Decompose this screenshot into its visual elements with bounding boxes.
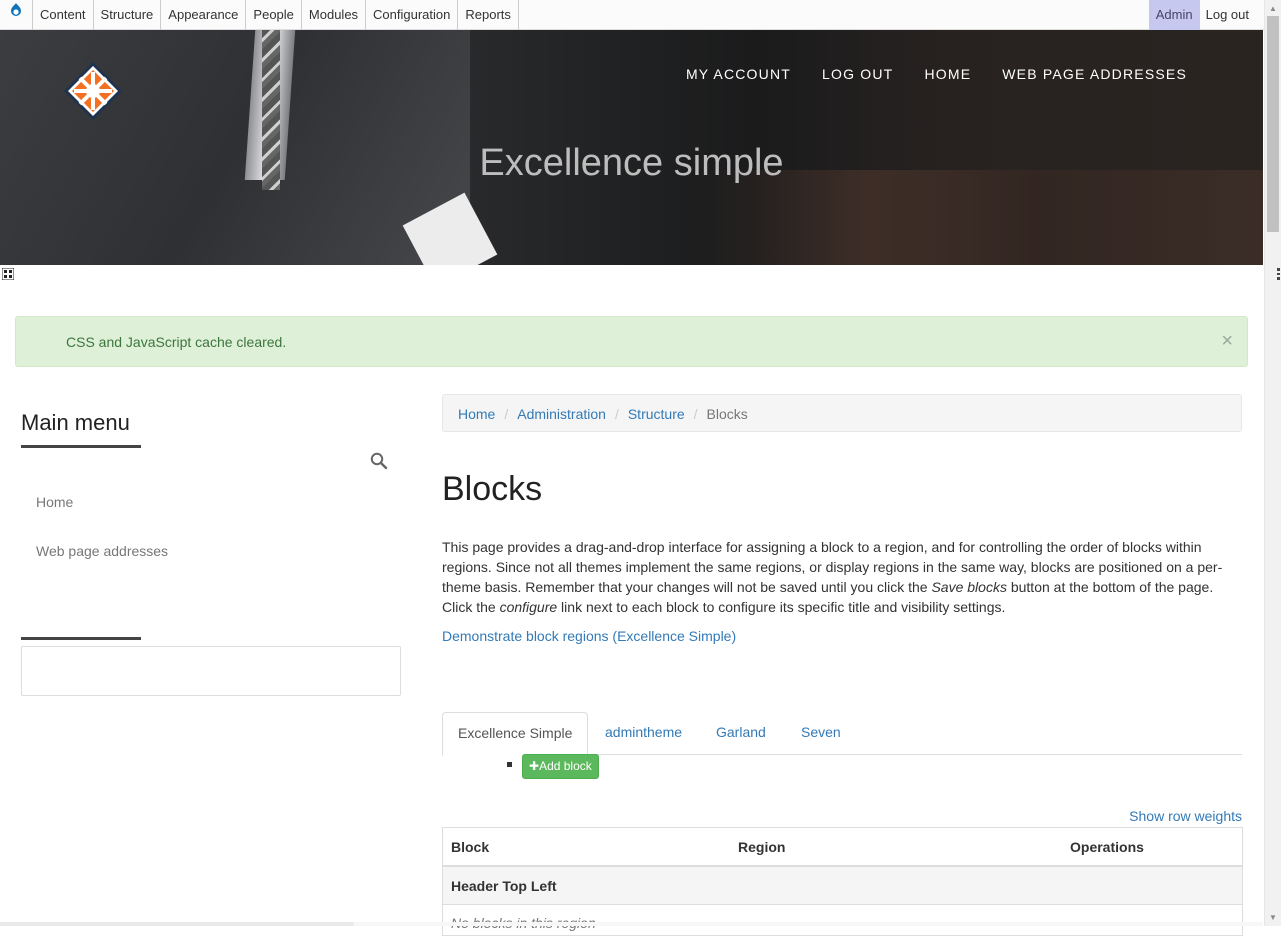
toolbar-item-modules[interactable]: Modules (300, 0, 367, 30)
nav-web-page-addresses[interactable]: WEB PAGE ADDRESSES (1002, 66, 1187, 82)
breadcrumb-home[interactable]: Home (458, 406, 495, 422)
site-title[interactable]: Excellence simple (0, 142, 1263, 185)
nav-log-out[interactable]: LOG OUT (822, 66, 893, 82)
plus-icon: ✚ (529, 759, 540, 773)
page-bottom-edge (0, 922, 1263, 926)
sidebar-block-underline (21, 637, 141, 640)
description-save-blocks: Save blocks (931, 579, 1007, 595)
resize-handle-icon[interactable] (1277, 268, 1280, 280)
list-bullet (507, 762, 512, 767)
show-row-weights-link[interactable]: Show row weights (1129, 808, 1242, 824)
region-title: Header Top Left (451, 878, 557, 894)
table-row-empty: No blocks in this region (443, 905, 1242, 935)
header-nav: MY ACCOUNT LOG OUT HOME WEB PAGE ADDRESS… (686, 66, 1187, 82)
tab-admintheme[interactable]: admintheme (605, 712, 682, 753)
toolbar-item-people[interactable]: People (245, 0, 302, 30)
toolbar-user: Admin Log out (1148, 0, 1256, 30)
toolbar-item-structure[interactable]: Structure (92, 0, 162, 30)
description-text: link next to each block to configure its… (557, 599, 1006, 615)
sidebar: Main menu Home Web page addresses (21, 410, 401, 696)
breadcrumb: Home / Administration / Structure / Blocks (442, 394, 1242, 432)
hero-header: MY ACCOUNT LOG OUT HOME WEB PAGE ADDRESS… (0, 30, 1263, 265)
tab-garland[interactable]: Garland (716, 712, 766, 753)
drag-handle-icon[interactable] (2, 268, 14, 280)
scroll-up-icon[interactable]: ▲ (1269, 4, 1277, 13)
admin-toolbar: Content Structure Appearance People Modu… (0, 0, 1281, 30)
toolbar-menu: Content Structure Appearance People Modu… (32, 0, 519, 30)
column-block: Block (451, 839, 490, 855)
breadcrumb-separator: / (693, 406, 698, 422)
nav-home[interactable]: HOME (924, 66, 971, 82)
region-row-header-top-left: Header Top Left (443, 867, 1242, 905)
demonstrate-regions-link[interactable]: Demonstrate block regions (Excellence Si… (442, 628, 736, 644)
close-icon[interactable]: × (1221, 331, 1233, 351)
breadcrumb-separator: / (614, 406, 619, 422)
table-header: Block Region Operations (443, 828, 1242, 867)
description-configure: configure (499, 599, 558, 615)
toolbar-item-content[interactable]: Content (32, 0, 94, 30)
tab-seven[interactable]: Seven (801, 712, 841, 753)
add-block-label: Add block (539, 759, 592, 773)
page-scrollbar[interactable]: ▲ ▼ (1264, 0, 1281, 926)
add-block-button[interactable]: ✚Add block (522, 754, 599, 779)
scrollbar-thumb[interactable] (1267, 16, 1279, 232)
page-description: This page provides a drag-and-drop inter… (442, 537, 1242, 617)
sidebar-title: Main menu (21, 410, 130, 435)
sidebar-title-underline (21, 445, 141, 448)
column-operations: Operations (1070, 839, 1144, 855)
sidebar-item-home[interactable]: Home (36, 494, 73, 510)
sidebar-empty-block (21, 646, 401, 696)
theme-tabs: Excellence Simple admintheme Garland Sev… (442, 712, 1242, 756)
scroll-down-icon[interactable]: ▼ (1269, 913, 1277, 922)
breadcrumb-current: Blocks (706, 406, 748, 422)
toolbar-item-reports[interactable]: Reports (457, 0, 519, 30)
breadcrumb-administration[interactable]: Administration (517, 406, 606, 422)
blocks-table: Block Region Operations Header Top Left … (442, 827, 1243, 936)
search-icon[interactable] (370, 452, 388, 470)
site-logo[interactable] (62, 60, 124, 122)
toolbar-item-appearance[interactable]: Appearance (160, 0, 247, 30)
breadcrumb-separator: / (504, 406, 509, 422)
tab-excellence-simple[interactable]: Excellence Simple (442, 712, 589, 756)
toolbar-item-configuration[interactable]: Configuration (365, 0, 459, 30)
status-message-text: CSS and JavaScript cache cleared. (66, 334, 287, 350)
status-message: CSS and JavaScript cache cleared. × (15, 316, 1248, 367)
breadcrumb-structure[interactable]: Structure (628, 406, 685, 422)
toolbar-logout[interactable]: Log out (1199, 0, 1256, 30)
page-title: Blocks (442, 470, 543, 508)
toolbar-user-account[interactable]: Admin (1148, 0, 1200, 30)
column-region: Region (738, 839, 786, 855)
drupal-home-icon[interactable] (8, 2, 24, 18)
sidebar-item-web-page-addresses[interactable]: Web page addresses (36, 543, 168, 559)
nav-my-account[interactable]: MY ACCOUNT (686, 66, 791, 82)
